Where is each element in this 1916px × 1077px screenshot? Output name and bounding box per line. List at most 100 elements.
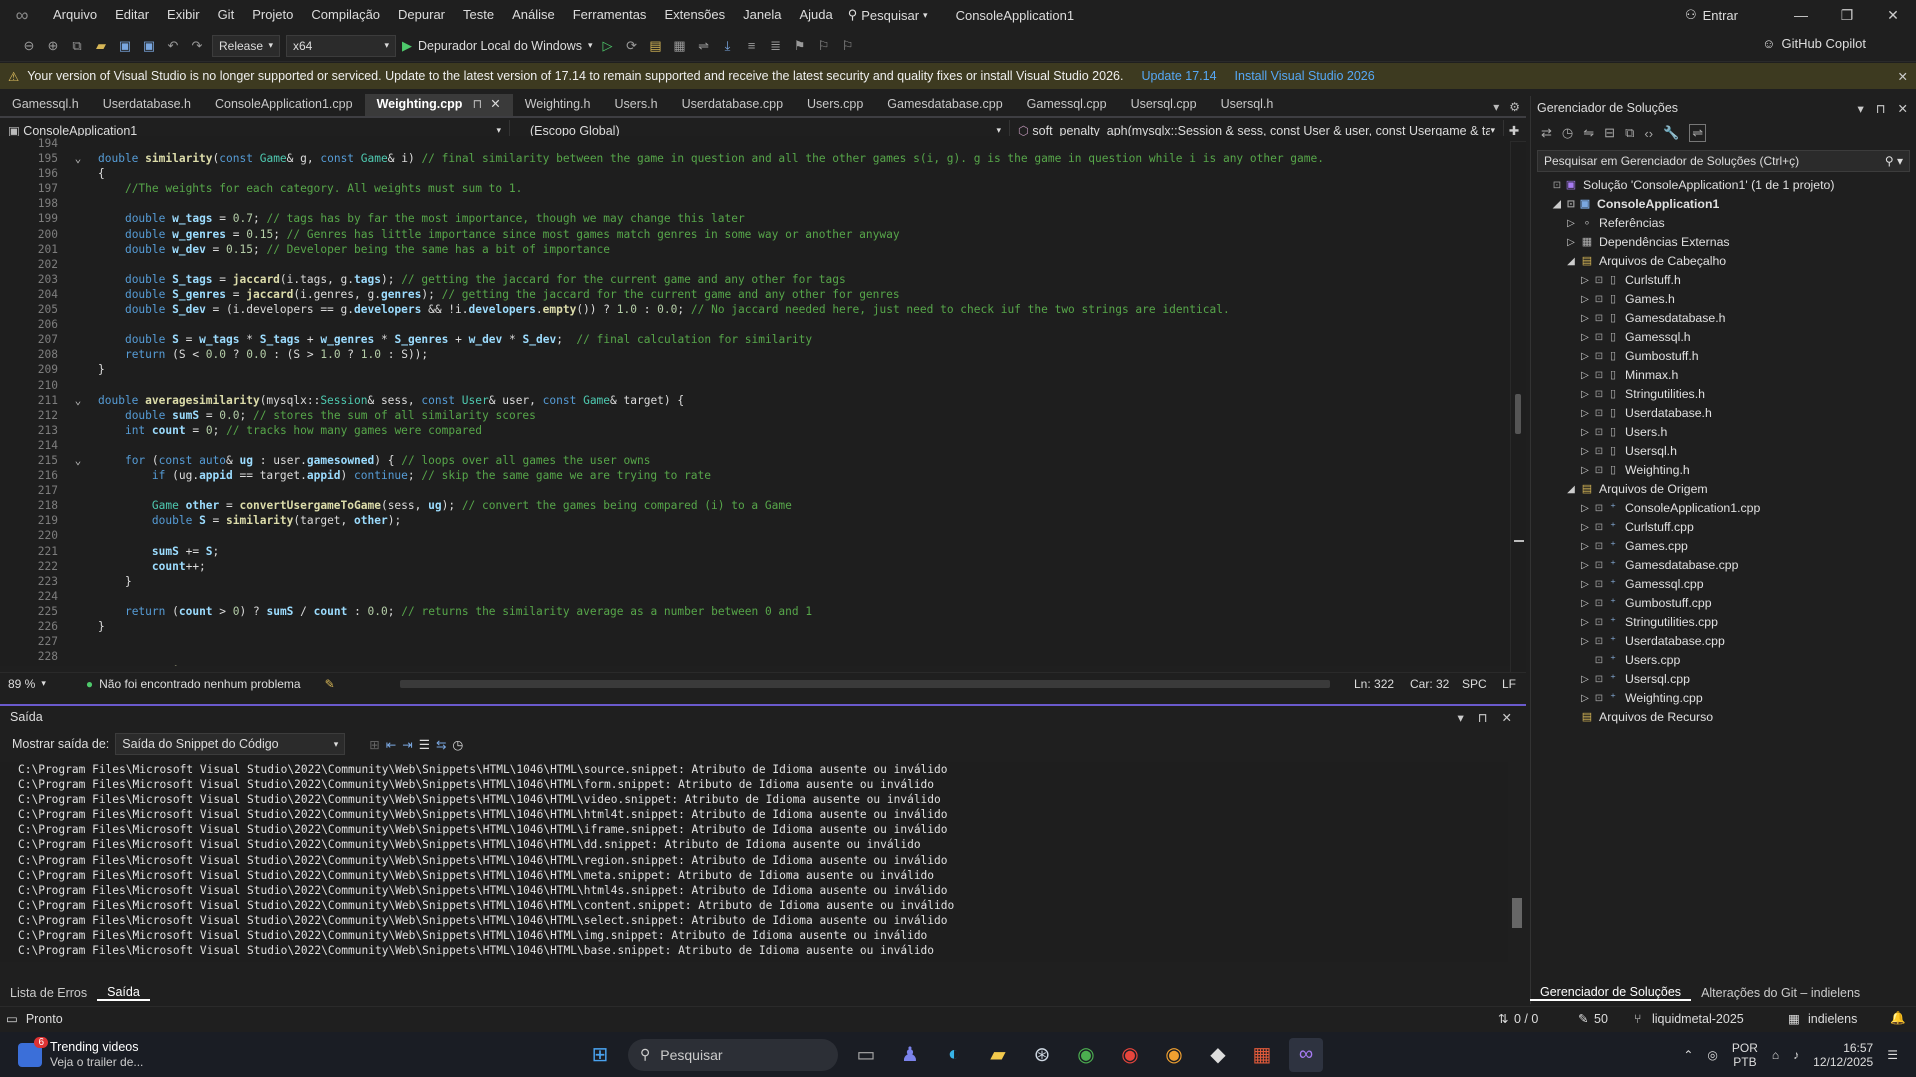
tab-list-icon[interactable]: ▾ (1493, 100, 1499, 114)
update-link[interactable]: Update 17.14 (1141, 69, 1216, 83)
tree-item[interactable]: ▷ ⊡ ▯ Curlstuff.h (1535, 271, 1916, 290)
search-menu[interactable]: ⚲ Pesquisar ▾ (848, 7, 928, 23)
expand-arrow-icon[interactable]: ▷ (1577, 404, 1593, 423)
menu-item-3[interactable]: Git (209, 0, 244, 30)
comment-icon[interactable]: ≡ (743, 37, 761, 55)
zoom-level[interactable]: 89 % (8, 677, 35, 691)
code-line[interactable]: 215 ⌄ for (const auto& ug : user.gamesown… (0, 453, 1510, 468)
tab-output[interactable]: Saída (97, 985, 150, 1001)
signin-button[interactable]: ⚇ Entrar (1685, 7, 1738, 23)
fold-toggle-icon[interactable]: ⌄ (58, 664, 98, 666)
code-line[interactable]: 209} (0, 362, 1510, 377)
code-view-icon[interactable]: ‹› (1644, 126, 1653, 141)
expand-arrow-icon[interactable]: ▷ (1577, 461, 1593, 480)
indent-mode[interactable]: SPC (1462, 677, 1487, 691)
line-ending[interactable]: LF (1502, 677, 1516, 691)
expand-arrow-icon[interactable]: ▷ (1577, 518, 1593, 537)
tray-chevron-icon[interactable]: ⌃ (1683, 1048, 1693, 1062)
app-icon[interactable]: ◆ (1201, 1038, 1235, 1072)
expand-arrow-icon[interactable]: ▷ (1577, 499, 1593, 518)
bookmark-next-icon[interactable]: ⚐ (839, 37, 857, 55)
tree-item[interactable]: ▷ ⊡ ▯ Usersql.h (1535, 442, 1916, 461)
close-tab-icon[interactable]: ✕ (490, 97, 500, 111)
tab-6[interactable]: Userdatabase.cpp (670, 94, 795, 116)
tab-1[interactable]: Userdatabase.h (91, 94, 203, 116)
code-line[interactable]: 225 return (count > 0) ? sumS / count : … (0, 604, 1510, 619)
expand-arrow-icon[interactable]: ▷ (1577, 442, 1593, 461)
code-line[interactable]: 218 Game other = convertUsergameToGame(s… (0, 498, 1510, 513)
code-line[interactable]: 223 } (0, 574, 1510, 589)
show-all-files-icon[interactable]: ⧉ (1625, 125, 1634, 141)
forward-icon[interactable]: ⊕ (44, 37, 62, 55)
code-line[interactable]: 216 if (ug.appid == target.appid) contin… (0, 468, 1510, 483)
code-line[interactable]: 203 double S_tags = jaccard(i.tags, g.ta… (0, 272, 1510, 287)
chrome-profile-icon[interactable]: ◉ (1113, 1038, 1147, 1072)
tree-item[interactable]: ▷ ∘ Referências (1535, 214, 1916, 233)
keyboard-language[interactable]: POR PTB (1732, 1041, 1758, 1069)
save-all-icon[interactable]: ▣ (140, 37, 158, 55)
next-message-icon[interactable]: ⇥ (402, 737, 412, 752)
code-line[interactable]: 212 double sumS = 0.0; // stores the sum… (0, 408, 1510, 423)
minimize-button[interactable]: — (1778, 0, 1824, 30)
fold-toggle-icon[interactable]: ⌄ (58, 151, 98, 166)
tree-item[interactable]: ▷ ⊡ ▯ Weighting.h (1535, 461, 1916, 480)
tree-item[interactable]: ⊡ ▣ Solução 'ConsoleApplication1' (1 de 1 … (1535, 176, 1916, 195)
code-line[interactable]: 222 count++; (0, 559, 1510, 574)
open-folder-icon[interactable]: ▰ (92, 37, 110, 55)
horizontal-scrollbar[interactable] (400, 680, 1330, 688)
tree-item[interactable]: ◢ ⊡ ▣ ConsoleApplication1 (1535, 195, 1916, 214)
clock[interactable]: 16:57 12/12/2025 (1813, 1041, 1873, 1069)
redo-icon[interactable]: ↷ (188, 37, 206, 55)
expand-arrow-icon[interactable]: ▷ (1577, 689, 1593, 708)
menu-item-4[interactable]: Projeto (243, 0, 302, 30)
expand-arrow-icon[interactable]: ▷ (1577, 347, 1593, 366)
output-scrollbar[interactable] (1510, 762, 1526, 962)
pin-icon[interactable]: ⊓ (1876, 101, 1886, 116)
tab-git-changes[interactable]: Alterações do Git – indielens (1691, 986, 1870, 1000)
fold-toggle-icon[interactable]: ⌄ (58, 393, 98, 408)
menu-item-5[interactable]: Compilação (302, 0, 389, 30)
start-debugger-button[interactable]: ▶ Depurador Local do Windows ▾ (402, 38, 593, 54)
tree-item[interactable]: ▤ Arquivos de Recurso (1535, 708, 1916, 727)
network-icon[interactable]: ⌂ (1772, 1048, 1779, 1062)
menu-item-11[interactable]: Janela (734, 0, 790, 30)
taskbar-search[interactable]: ⚲ Pesquisar (628, 1038, 838, 1071)
expand-arrow-icon[interactable]: ▷ (1577, 594, 1593, 613)
menu-item-2[interactable]: Exibir (158, 0, 209, 30)
steam-icon[interactable]: ⊛ (1025, 1038, 1059, 1072)
tree-item[interactable]: ▷ ⊡ ▯ Stringutilities.h (1535, 385, 1916, 404)
properties-icon[interactable]: 🔧 (1663, 125, 1679, 141)
format-icon[interactable]: ⇌ (695, 37, 713, 55)
bookmark-icon[interactable]: ⚑ (791, 37, 809, 55)
menu-item-1[interactable]: Editar (106, 0, 158, 30)
tree-item[interactable]: ▷ ⊡ ⁺ Weighting.cpp (1535, 689, 1916, 708)
expand-arrow-icon[interactable]: ▷ (1577, 632, 1593, 651)
code-line[interactable]: 213 int count = 0; // tracks how many ga… (0, 423, 1510, 438)
tab-10[interactable]: Usersql.cpp (1119, 94, 1209, 116)
undo-icon[interactable]: ↶ (164, 37, 182, 55)
code-line[interactable]: 201 double w_dev = 0.15; // Developer be… (0, 242, 1510, 257)
tree-item[interactable]: ▷ ⊡ ⁺ Userdatabase.cpp (1535, 632, 1916, 651)
bookmark-prev-icon[interactable]: ⚐ (815, 37, 833, 55)
scroll-thumb[interactable] (1512, 898, 1522, 928)
clock-icon[interactable]: ◷ (452, 737, 463, 752)
pin-icon[interactable]: ⊓ (1478, 710, 1488, 725)
code-line[interactable]: 194 (0, 136, 1510, 151)
expand-arrow-icon[interactable]: ▷ (1577, 575, 1593, 594)
sync-icon[interactable]: ⇄ (1541, 125, 1552, 141)
menu-item-7[interactable]: Teste (454, 0, 503, 30)
configuration-select[interactable]: Release ▾ (212, 34, 280, 57)
tree-item[interactable]: ▷ ⊡ ▯ Gamessql.h (1535, 328, 1916, 347)
expand-arrow-icon[interactable]: ▷ (1577, 328, 1593, 347)
start-without-debug-icon[interactable]: ▷ (599, 37, 617, 55)
tree-item[interactable]: ▷ ⊡ ▯ Gamesdatabase.h (1535, 309, 1916, 328)
repo-name[interactable]: indielens (1808, 1012, 1857, 1026)
close-icon[interactable]: ✕ (1898, 69, 1908, 84)
expand-arrow-icon[interactable]: ◢ (1563, 480, 1579, 499)
solution-search-input[interactable]: Pesquisar em Gerenciador de Soluções (Ct… (1537, 150, 1910, 172)
code-line[interactable]: 224 (0, 589, 1510, 604)
tree-item[interactable]: ▷ ⊡ ⁺ Gamesdatabase.cpp (1535, 556, 1916, 575)
branch-name[interactable]: liquidmetal-2025 (1652, 1012, 1744, 1026)
code-line[interactable]: 197 //The weights for each category. All… (0, 181, 1510, 196)
code-line[interactable]: 206 (0, 317, 1510, 332)
